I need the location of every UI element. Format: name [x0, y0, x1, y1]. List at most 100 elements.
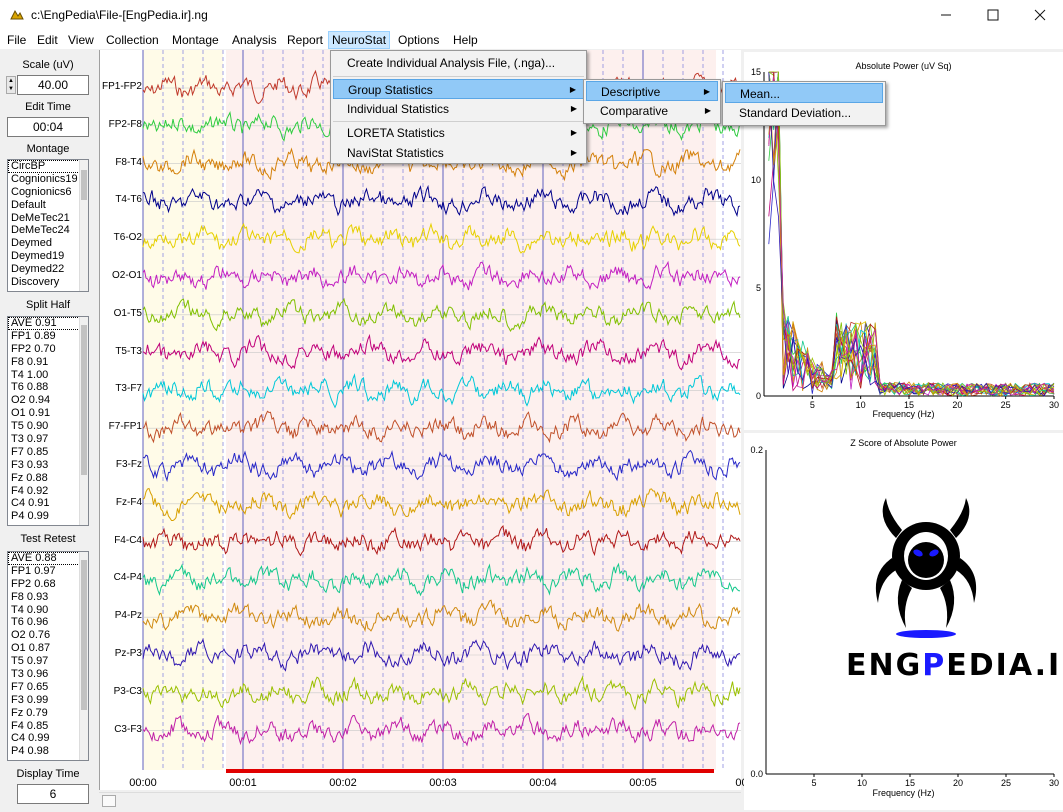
- app-icon: [10, 9, 24, 20]
- test-retest-list-item[interactable]: F7 0.65: [8, 681, 88, 694]
- test-retest-list-item[interactable]: T4 0.90: [8, 604, 88, 617]
- z-x-tick: 15: [905, 778, 915, 788]
- test-retest-list-item[interactable]: FP2 0.68: [8, 578, 88, 591]
- test-retest-list-item[interactable]: F4 0.85: [8, 720, 88, 733]
- montage-scrollbar[interactable]: [79, 160, 88, 291]
- menu-create-analysis-file-label: Create Individual Analysis File, (.nga).…: [347, 56, 556, 70]
- maximize-button[interactable]: [970, 0, 1016, 30]
- split-half-list-item[interactable]: O2 0.94: [8, 394, 88, 407]
- menu-navistat-statistics[interactable]: NaviStat Statistics ▶: [333, 143, 584, 163]
- test-retest-list-item[interactable]: F3 0.99: [8, 694, 88, 707]
- descriptive-submenu: Mean... Standard Deviation...: [722, 81, 886, 126]
- channel-label: Pz-P3: [114, 648, 142, 659]
- split-half-scrollbar[interactable]: [79, 317, 88, 525]
- z-x-tick: 10: [857, 778, 867, 788]
- display-time-input[interactable]: 6: [17, 784, 89, 804]
- split-half-list-item[interactable]: T6 0.88: [8, 381, 88, 394]
- montage-list-item[interactable]: DeMeTec21: [8, 212, 88, 225]
- test-retest-list-item[interactable]: P4 0.98: [8, 745, 88, 758]
- split-half-list-item[interactable]: C4 0.91: [8, 497, 88, 510]
- split-half-list-item[interactable]: P4 0.99: [8, 510, 88, 523]
- abs-y-tick: 15: [751, 67, 761, 77]
- menu-report[interactable]: Report: [284, 32, 326, 50]
- eeg-horizontal-scrollbar[interactable]: [99, 792, 741, 809]
- menu-help[interactable]: Help: [450, 32, 481, 50]
- split-half-list[interactable]: AVE 0.91 FP1 0.89 FP2 0.70 F8 0.91 T4 1.00 T6…: [7, 316, 89, 526]
- montage-list[interactable]: CircBP Cognionics19 Cognionics6 Default DeMe…: [7, 159, 89, 292]
- split-half-list-item[interactable]: AVE 0.91: [8, 317, 88, 330]
- menu-file[interactable]: File: [4, 32, 29, 50]
- montage-list-item[interactable]: Deymed19: [8, 250, 88, 263]
- menu-options[interactable]: Options: [395, 32, 442, 50]
- test-retest-list-item[interactable]: AVE 0.88: [8, 552, 88, 565]
- split-half-list-item[interactable]: F7 0.85: [8, 446, 88, 459]
- submenu-arrow-icon: ▶: [570, 148, 577, 157]
- submenu-arrow-icon: ▶: [569, 85, 576, 94]
- split-half-list-item[interactable]: T5 0.90: [8, 420, 88, 433]
- test-retest-list-item[interactable]: T5 0.97: [8, 655, 88, 668]
- time-tick-label: 00:05: [629, 777, 657, 789]
- channel-label: F3-Fz: [115, 459, 142, 470]
- test-retest-list-item[interactable]: T6 0.96: [8, 616, 88, 629]
- montage-list-item[interactable]: Cognionics19: [8, 173, 88, 186]
- montage-list-item[interactable]: CircBP: [8, 160, 88, 173]
- menu-navistat-statistics-label: NaviStat Statistics: [347, 146, 444, 160]
- watermark-text: ENGPEDIA.IR: [846, 648, 1063, 683]
- split-half-list-item[interactable]: F4 0.92: [8, 485, 88, 498]
- channel-label: Fz-F4: [115, 496, 142, 508]
- menu-group-statistics[interactable]: Group Statistics ▶: [333, 79, 584, 99]
- split-half-list-item[interactable]: F8 0.91: [8, 356, 88, 369]
- channel-label: F7-FP1: [108, 421, 142, 433]
- menu-analysis[interactable]: Analysis: [229, 32, 280, 50]
- scale-spinner[interactable]: ▲ ▼: [6, 76, 16, 94]
- split-half-list-item[interactable]: O1 0.91: [8, 407, 88, 420]
- menu-individual-statistics[interactable]: Individual Statistics ▶: [333, 99, 584, 119]
- minimize-button[interactable]: [923, 0, 969, 30]
- split-half-list-item[interactable]: FP1 0.89: [8, 330, 88, 343]
- test-retest-list-item[interactable]: C4 0.99: [8, 732, 88, 745]
- montage-list-item[interactable]: DeMeTec24: [8, 224, 88, 237]
- test-retest-list-item[interactable]: O1 0.87: [8, 642, 88, 655]
- menu-collection[interactable]: Collection: [103, 32, 162, 50]
- split-half-list-item[interactable]: F3 0.93: [8, 459, 88, 472]
- menu-montage[interactable]: Montage: [169, 32, 222, 50]
- split-half-list-item[interactable]: T4 1.00: [8, 369, 88, 382]
- montage-list-item[interactable]: Deymed: [8, 237, 88, 250]
- scale-input[interactable]: 40.00: [17, 75, 89, 95]
- menu-loreta-statistics[interactable]: LORETA Statistics ▶: [333, 123, 584, 143]
- split-half-list-item[interactable]: Fz 0.88: [8, 472, 88, 485]
- test-retest-scrollbar[interactable]: [79, 552, 88, 760]
- menu-view[interactable]: View: [65, 32, 97, 50]
- test-retest-list-item[interactable]: FP1 0.97: [8, 565, 88, 578]
- close-button[interactable]: [1017, 0, 1063, 30]
- menu-comparative[interactable]: Comparative ▶: [586, 101, 718, 121]
- montage-list-item[interactable]: Default: [8, 199, 88, 212]
- test-retest-list-item[interactable]: Fz 0.79: [8, 707, 88, 720]
- test-retest-list-item[interactable]: F8 0.93: [8, 591, 88, 604]
- menu-descriptive[interactable]: Descriptive ▶: [586, 81, 718, 101]
- menu-edit[interactable]: Edit: [34, 32, 61, 50]
- submenu-arrow-icon: ▶: [570, 104, 577, 113]
- montage-list-item[interactable]: Discovery: [8, 276, 88, 289]
- menu-create-analysis-file[interactable]: Create Individual Analysis File, (.nga).…: [333, 53, 584, 73]
- menu-descriptive-label: Descriptive: [601, 85, 661, 99]
- split-half-list-item[interactable]: FP2 0.70: [8, 343, 88, 356]
- montage-list-item[interactable]: Cognionics6: [8, 186, 88, 199]
- edit-time-input[interactable]: 00:04: [7, 117, 89, 137]
- z-x-tick: 30: [1049, 778, 1059, 788]
- scroll-thumb[interactable]: [102, 795, 116, 807]
- montage-list-item[interactable]: Deymed22: [8, 263, 88, 276]
- channel-label: O2-O1: [111, 270, 142, 281]
- menu-individual-statistics-label: Individual Statistics: [347, 102, 450, 116]
- test-retest-list[interactable]: AVE 0.88 FP1 0.97 FP2 0.68 F8 0.93 T4 0.90 T6…: [7, 551, 89, 761]
- menu-standard-deviation[interactable]: Standard Deviation...: [725, 103, 883, 123]
- menu-mean[interactable]: Mean...: [725, 83, 883, 103]
- test-retest-list-item[interactable]: O2 0.76: [8, 629, 88, 642]
- split-half-list-item[interactable]: T3 0.97: [8, 433, 88, 446]
- channel-label: T4-T6: [115, 194, 142, 206]
- menu-separator: [333, 76, 584, 77]
- menu-neurostat[interactable]: NeuroStat: [328, 31, 391, 49]
- eeg-selection-bar: [226, 769, 714, 773]
- time-tick-label: 00:04: [529, 777, 557, 789]
- test-retest-list-item[interactable]: T3 0.96: [8, 668, 88, 681]
